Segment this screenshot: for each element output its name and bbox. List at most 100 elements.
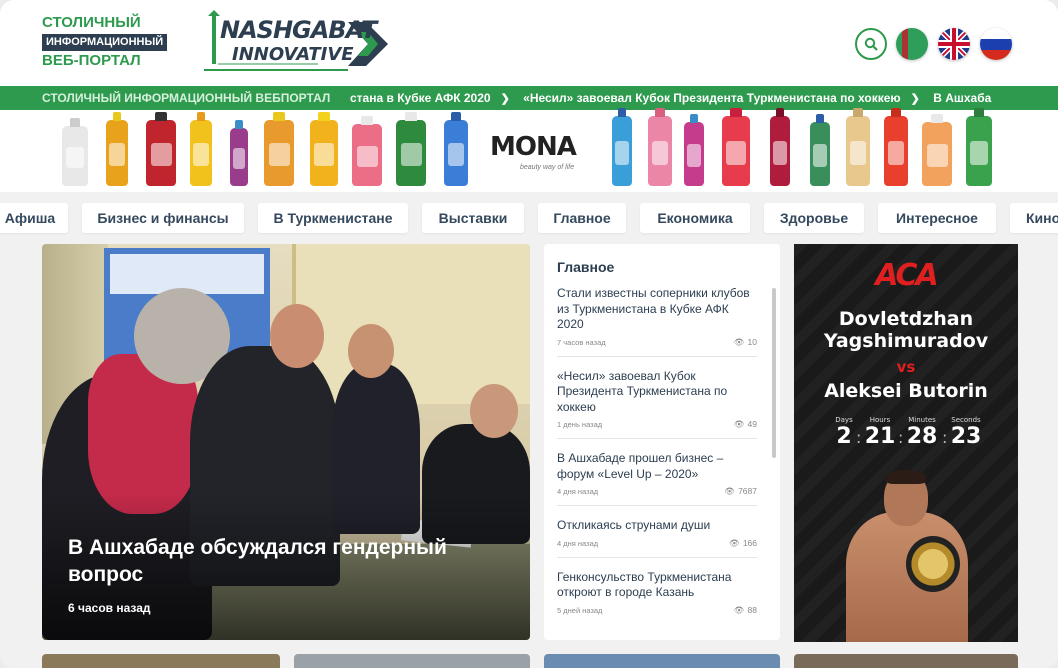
news-item-time: 1 день назад (557, 420, 603, 429)
news-item-title[interactable]: В Ашхабаде прошел бизнес – форум «Level … (557, 451, 757, 482)
eye-icon: 👁 (733, 419, 745, 429)
brand-logo-line1: NASHGABAT (220, 16, 377, 44)
product-bottle-image (444, 112, 468, 186)
hero-title[interactable]: В Ашхабаде обсуждался гендерный вопрос (68, 534, 488, 588)
category-economy[interactable]: Економика (640, 203, 750, 233)
hero-timestamp: 6 часов назад (68, 601, 151, 615)
category-main[interactable]: Главное (538, 203, 626, 233)
news-item[interactable]: Стали известны соперники клубов из Туркм… (557, 286, 757, 357)
category-afisha[interactable]: Афиша (0, 203, 68, 233)
product-bottle-image (230, 120, 248, 186)
news-item-views: 7687 (738, 486, 757, 496)
countdown-minutes-label: Minutes (908, 416, 936, 424)
flag-turkmenistan-icon[interactable] (896, 28, 928, 60)
product-bottle-image (846, 108, 870, 186)
news-item-title[interactable]: Генконсульство Туркменистана откроют в г… (557, 570, 757, 601)
news-item-title[interactable]: «Несил» завоевал Кубок Президента Туркме… (557, 369, 757, 416)
product-bottle-image (966, 108, 992, 186)
product-bottle-image (352, 116, 382, 186)
site-header: СТОЛИЧНЫЙ ИНФОРМАЦИОННЫЙ ВЕБ-ПОРТАЛ NASH… (0, 0, 1058, 86)
product-bottle-image (648, 108, 672, 186)
countdown-hours: 21 (864, 424, 896, 449)
product-bottle-image (884, 108, 908, 186)
ticker-item[interactable]: стана в Кубке АФК 2020 (350, 86, 491, 110)
eye-icon: 👁 (724, 486, 736, 496)
article-thumbnail[interactable] (42, 654, 280, 668)
news-panel-heading: Главное (557, 259, 615, 275)
news-item[interactable]: Генконсульство Туркменистана откроют в г… (557, 570, 757, 624)
news-item-views: 10 (747, 336, 757, 347)
product-bottle-image (190, 112, 212, 186)
chevron-right-icon: ❯ (910, 93, 920, 105)
brand-logo-line2: INNOVATIVE (232, 44, 354, 65)
article-thumbnail[interactable] (794, 654, 1018, 668)
product-bottle-image (264, 112, 294, 186)
aca-promo-ad[interactable]: ACA Dovletdzhan Yagshimuradov vs Aleksei… (794, 244, 1018, 642)
portal-logo-line3: ВЕБ-ПОРТАЛ (42, 52, 141, 69)
ad-banner[interactable]: MONA beauty way of life (0, 108, 1058, 192)
countdown-days: 2 (836, 424, 852, 449)
versus-label: vs (896, 358, 916, 376)
aca-logo: ACA (875, 258, 939, 293)
product-bottle-image (106, 112, 128, 186)
ticker-item[interactable]: В Ашхаба (933, 86, 991, 110)
product-bottle-image (62, 118, 88, 186)
news-item-views: 166 (742, 537, 757, 548)
product-bottle-image (612, 108, 632, 186)
ticker-items: стана в Кубке АФК 2020 ❯ «Несил» завоевал… (350, 86, 1001, 110)
category-cinema[interactable]: Кино (1010, 203, 1058, 233)
news-item-title[interactable]: Откликаясь струнами души (557, 518, 757, 534)
page: СТОЛИЧНЫЙ ИНФОРМАЦИОННЫЙ ВЕБ-ПОРТАЛ NASH… (0, 0, 1058, 668)
hero-article[interactable]: В Ашхабаде обсуждался гендерный вопрос 6… (42, 244, 530, 640)
product-bottle-image (684, 114, 704, 186)
news-item-views: 49 (747, 419, 757, 429)
news-item-time: 4 дня назад (557, 487, 599, 496)
product-bottle-image (810, 114, 830, 186)
product-bottle-image (146, 112, 176, 186)
countdown-seconds-label: Seconds (951, 416, 981, 424)
category-nav: Афиша Бизнес и финансы В Туркменистане В… (0, 200, 1058, 234)
category-turkmenistan[interactable]: В Туркменистане (258, 203, 408, 233)
ticker-item[interactable]: «Несил» завоевал Кубок Президента Туркме… (523, 86, 901, 110)
eye-icon: 👁 (729, 537, 740, 548)
search-icon (864, 37, 878, 51)
article-thumbnail[interactable] (544, 654, 780, 668)
category-exhibitions[interactable]: Выставки (422, 203, 524, 233)
category-interesting[interactable]: Интересное (878, 203, 996, 233)
countdown-seconds: 23 (950, 424, 982, 449)
product-bottle-image (396, 112, 426, 186)
fighter1-first-name: Dovletdzhan (838, 308, 974, 330)
product-bottle-image (922, 114, 952, 186)
category-business[interactable]: Бизнес и финансы (82, 203, 244, 233)
ticker-label: СТОЛИЧНЫЙ ИНФОРМАЦИОННЫЙ ВЕБПОРТАЛ (42, 91, 331, 105)
search-button[interactable] (855, 28, 887, 60)
news-item[interactable]: «Несил» завоевал Кубок Президента Туркме… (557, 369, 757, 439)
category-health[interactable]: Здоровье (764, 203, 864, 233)
mona-tagline: beauty way of life (520, 164, 575, 171)
countdown-hours-label: Hours (869, 416, 891, 424)
main-news-panel: Главное Стали известны соперники клубов … (544, 244, 780, 640)
news-list: Стали известны соперники клубов из Туркм… (557, 286, 757, 636)
news-ticker: СТОЛИЧНЫЙ ИНФОРМАЦИОННЫЙ ВЕБПОРТАЛ стана… (0, 86, 1058, 110)
eye-icon: 👁 (733, 336, 745, 347)
flag-uk-icon[interactable] (938, 28, 970, 60)
news-item-views: 88 (747, 604, 757, 615)
news-item-title[interactable]: Стали известны соперники клубов из Туркм… (557, 286, 757, 333)
product-bottle-image (310, 112, 338, 186)
portal-logo-line1: СТОЛИЧНЫЙ (42, 14, 141, 31)
chevron-right-icon: ❯ (500, 93, 510, 105)
product-bottle-image (722, 108, 750, 186)
news-item[interactable]: В Ашхабаде прошел бизнес – форум «Level … (557, 451, 757, 506)
flag-russia-icon[interactable] (980, 28, 1012, 60)
news-item-time: 5 дней назад (557, 605, 603, 615)
eye-icon: 👁 (733, 604, 745, 615)
article-thumbnail[interactable] (294, 654, 530, 668)
championship-belt-image (906, 536, 960, 592)
portal-logo[interactable]: СТОЛИЧНЫЙ ИНФОРМАЦИОННЫЙ ВЕБ-ПОРТАЛ (42, 14, 182, 70)
portal-logo-line2: ИНФОРМАЦИОННЫЙ (42, 34, 168, 51)
news-item[interactable]: Откликаясь струнами души 4 дня назад 👁 16… (557, 518, 757, 558)
countdown-days-label: Days (835, 416, 853, 424)
countdown-timer: Days 2 : Hours 21 : Minutes 28 : Seconds… (834, 416, 984, 456)
scrollbar[interactable] (772, 288, 776, 458)
countdown-minutes: 28 (906, 424, 938, 449)
